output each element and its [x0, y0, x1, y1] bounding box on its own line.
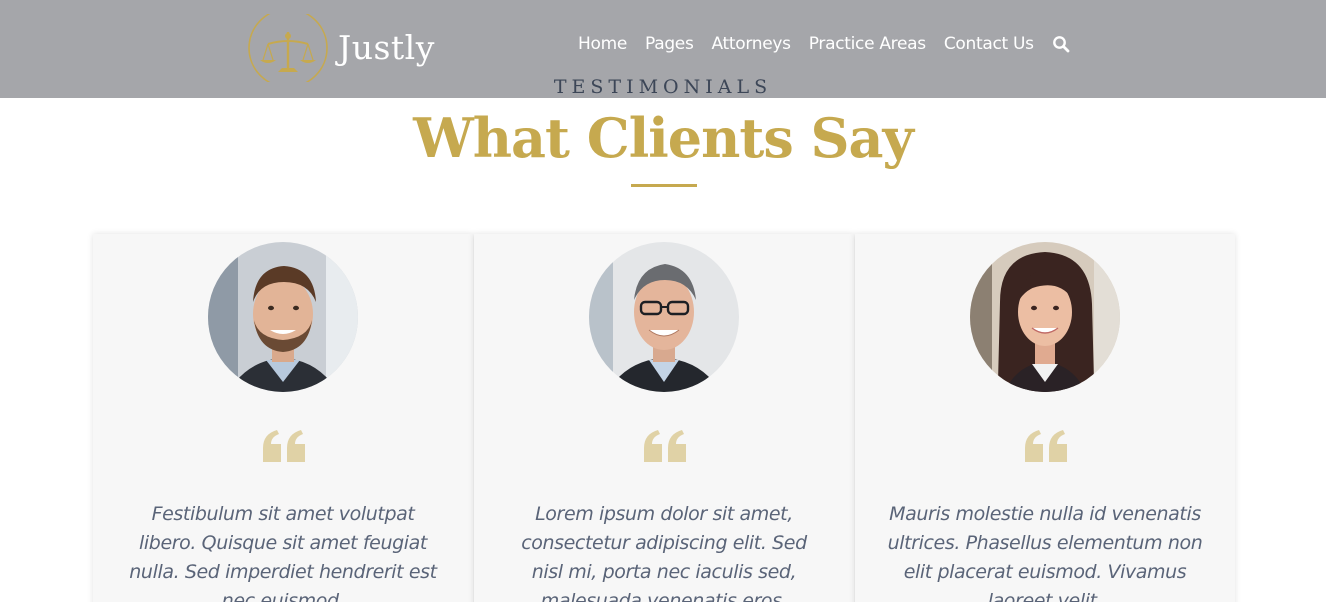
nav-pages[interactable]: Pages — [645, 34, 694, 54]
testimonial-card: Lorem ipsum dolor sit amet, consectetur … — [474, 234, 854, 602]
nav-home[interactable]: Home — [578, 34, 627, 54]
scales-of-justice-icon — [248, 14, 328, 82]
section-title: What Clients Say — [413, 106, 914, 170]
testimonial-card: Festibulum sit amet volutpat libero. Qui… — [93, 234, 473, 602]
quote-icon — [263, 430, 305, 462]
nav-attorneys[interactable]: Attorneys — [712, 34, 792, 54]
nav-contact-us[interactable]: Contact Us — [944, 34, 1034, 54]
client-avatar — [970, 242, 1120, 392]
search-icon[interactable] — [1052, 35, 1070, 53]
title-divider — [631, 184, 697, 187]
client-avatar — [589, 242, 739, 392]
older-man-with-glasses-photo — [589, 242, 739, 392]
woman-smiling-photo — [970, 242, 1120, 392]
testimonial-text: Lorem ipsum dolor sit amet, consectetur … — [521, 503, 807, 602]
quote-icon — [1025, 430, 1067, 462]
brand-logo[interactable]: Justly — [246, 14, 446, 82]
testimonials-list: Festibulum sit amet volutpat libero. Qui… — [93, 234, 1237, 602]
brand-name: Justly — [338, 28, 435, 67]
quote-icon — [644, 430, 686, 462]
section-eyebrow: TESTIMONIALS — [553, 76, 773, 98]
main-nav: Home Pages Attorneys Practice Areas Cont… — [578, 34, 1070, 54]
man-with-beard-photo — [208, 242, 358, 392]
testimonial-card: Mauris molestie nulla id venenatis ultri… — [855, 234, 1235, 602]
testimonial-text: Mauris molestie nulla id venenatis ultri… — [887, 503, 1203, 602]
client-avatar — [208, 242, 358, 392]
testimonial-text: Festibulum sit amet volutpat libero. Qui… — [129, 503, 437, 602]
nav-practice-areas[interactable]: Practice Areas — [809, 34, 926, 54]
